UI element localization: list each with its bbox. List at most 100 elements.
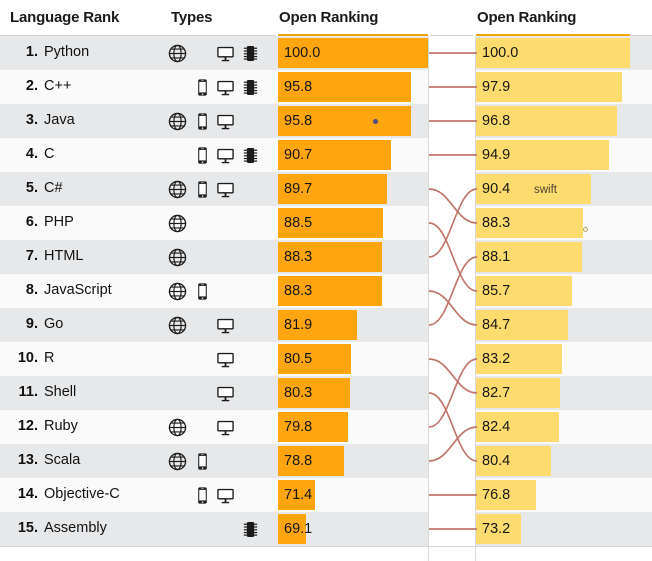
globe-icon	[168, 248, 187, 267]
open-ranking-left-value: 88.3	[284, 249, 313, 265]
table-row[interactable]: 9. Go 81.9 84.7	[0, 308, 652, 342]
header-language-rank: Language Rank	[10, 9, 120, 26]
open-ranking-right-cell: 88.3	[476, 208, 630, 238]
types-cell	[168, 512, 268, 546]
open-ranking-right-value: 73.2	[482, 521, 511, 537]
table-row[interactable]: 8. JavaScript 88.3 85.7	[0, 274, 652, 308]
desktop-icon	[216, 146, 235, 165]
rank-number: 4.	[25, 146, 38, 162]
table-row[interactable]: 7. HTML 88.3 88.1	[0, 240, 652, 274]
desktop-icon	[216, 44, 235, 63]
open-ranking-right-cell: 82.7	[476, 378, 630, 408]
mobile-icon	[193, 112, 212, 131]
mobile-icon	[193, 78, 212, 97]
types-cell	[168, 376, 268, 410]
rank-number: 7.	[25, 248, 38, 264]
globe-icon	[168, 214, 187, 233]
table-row[interactable]: 6. PHP 88.5 88.3	[0, 206, 652, 240]
chip-icon	[241, 78, 260, 97]
open-ranking-left-value: 95.8	[284, 113, 313, 129]
rank-number: 3.	[25, 112, 38, 128]
table-header: Language Rank Types Open Ranking Open Ra…	[0, 0, 652, 36]
table-row[interactable]: 3. Java 95.8 96.8	[0, 104, 652, 138]
open-ranking-left-cell: 89.7	[278, 174, 428, 204]
mobile-icon	[193, 486, 212, 505]
open-ranking-left-cell: 95.8	[278, 106, 428, 136]
table-row[interactable]: 11. Shell 80.3 82.7	[0, 376, 652, 410]
rank-number: 10.	[17, 350, 38, 366]
desktop-icon	[216, 350, 235, 369]
globe-icon	[168, 180, 187, 199]
rank-link-path	[429, 392, 477, 462]
open-ranking-left-value: 81.9	[284, 317, 313, 333]
table-row[interactable]: 13. Scala 78.8 80.4	[0, 444, 652, 478]
language-name: HTML	[44, 248, 84, 264]
open-ranking-right-cell: 73.2	[476, 514, 630, 544]
types-cell	[168, 36, 268, 70]
table-row[interactable]: 2. C++ 95.8 97.9	[0, 70, 652, 104]
open-ranking-right-value: 88.3	[482, 215, 511, 231]
table-row[interactable]: 12. Ruby 79.8 82.4	[0, 410, 652, 444]
language-name: Assembly	[44, 520, 107, 536]
open-ranking-right-cell: 94.9	[476, 140, 630, 170]
types-cell	[168, 138, 268, 172]
open-ranking-right-value: 97.9	[482, 79, 511, 95]
open-ranking-right-cell: 80.4	[476, 446, 630, 476]
open-ranking-left-cell: 80.3	[278, 378, 428, 408]
desktop-icon	[216, 316, 235, 335]
chip-icon	[241, 146, 260, 165]
mobile-icon	[193, 180, 212, 199]
open-ranking-left-cell: 79.8	[278, 412, 428, 442]
types-cell	[168, 70, 268, 104]
open-ranking-right-value: 82.7	[482, 385, 511, 401]
table-row[interactable]: 4. C 90.7 94.9	[0, 138, 652, 172]
table-row[interactable]: 10. R 80.5 83.2	[0, 342, 652, 376]
types-cell	[168, 308, 268, 342]
open-ranking-right-value: 80.4	[482, 453, 511, 469]
table-row[interactable]: 5. C# 89.7 90.4 swift	[0, 172, 652, 206]
open-ranking-left-cell: 88.3	[278, 276, 428, 306]
open-ranking-right-cell: 83.2	[476, 344, 630, 374]
rank-number: 14.	[17, 486, 38, 502]
rank-link-path	[429, 256, 477, 326]
table-row[interactable]: 14. Objective-C 71.4 76.8	[0, 478, 652, 512]
open-ranking-right-cell: 84.7	[476, 310, 630, 340]
rank-connector-ribbon	[428, 36, 477, 561]
globe-icon	[168, 452, 187, 471]
ranking-rows: 1. Python 100.0 100.0 2. C++ 95.8 97.9 3. Java 95.…	[0, 36, 652, 546]
rank-number: 2.	[25, 78, 38, 94]
open-ranking-left-cell: 80.5	[278, 344, 428, 374]
open-ranking-left-cell: 100.0	[278, 38, 428, 68]
rank-link-path	[429, 188, 477, 258]
open-ranking-right-value: 83.2	[482, 351, 511, 367]
header-open-ranking-right: Open Ranking	[477, 9, 577, 26]
language-name: Objective-C	[44, 486, 120, 502]
open-ranking-left-value: 88.5	[284, 215, 313, 231]
open-ranking-left-value: 78.8	[284, 453, 313, 469]
open-ranking-right-value: 76.8	[482, 487, 511, 503]
mobile-icon	[193, 282, 212, 301]
open-ranking-left-cell: 78.8	[278, 446, 428, 476]
rank-number: 8.	[25, 282, 38, 298]
types-cell	[168, 240, 268, 274]
rank-link-path	[429, 358, 477, 394]
open-ranking-left-value: 80.5	[284, 351, 313, 367]
language-name: C	[44, 146, 55, 162]
rank-number: 9.	[25, 316, 38, 332]
open-ranking-left-value: 88.3	[284, 283, 313, 299]
rank-number: 15.	[17, 520, 38, 536]
open-ranking-left-value: 100.0	[284, 45, 321, 61]
open-ranking-left-value: 95.8	[284, 79, 313, 95]
open-ranking-left-cell: 88.3	[278, 242, 428, 272]
header-types: Types	[171, 9, 213, 26]
table-row[interactable]: 1. Python 100.0 100.0	[0, 36, 652, 70]
types-cell	[168, 342, 268, 376]
table-row[interactable]: 15. Assembly 69.1 73.2	[0, 512, 652, 546]
open-ranking-right-cell: 97.9	[476, 72, 630, 102]
language-name: Python	[44, 44, 90, 60]
globe-icon	[168, 112, 187, 131]
open-ranking-right-cell: 96.8	[476, 106, 630, 136]
types-cell	[168, 274, 268, 308]
globe-icon	[168, 44, 187, 63]
rank-number: 11.	[18, 384, 38, 400]
